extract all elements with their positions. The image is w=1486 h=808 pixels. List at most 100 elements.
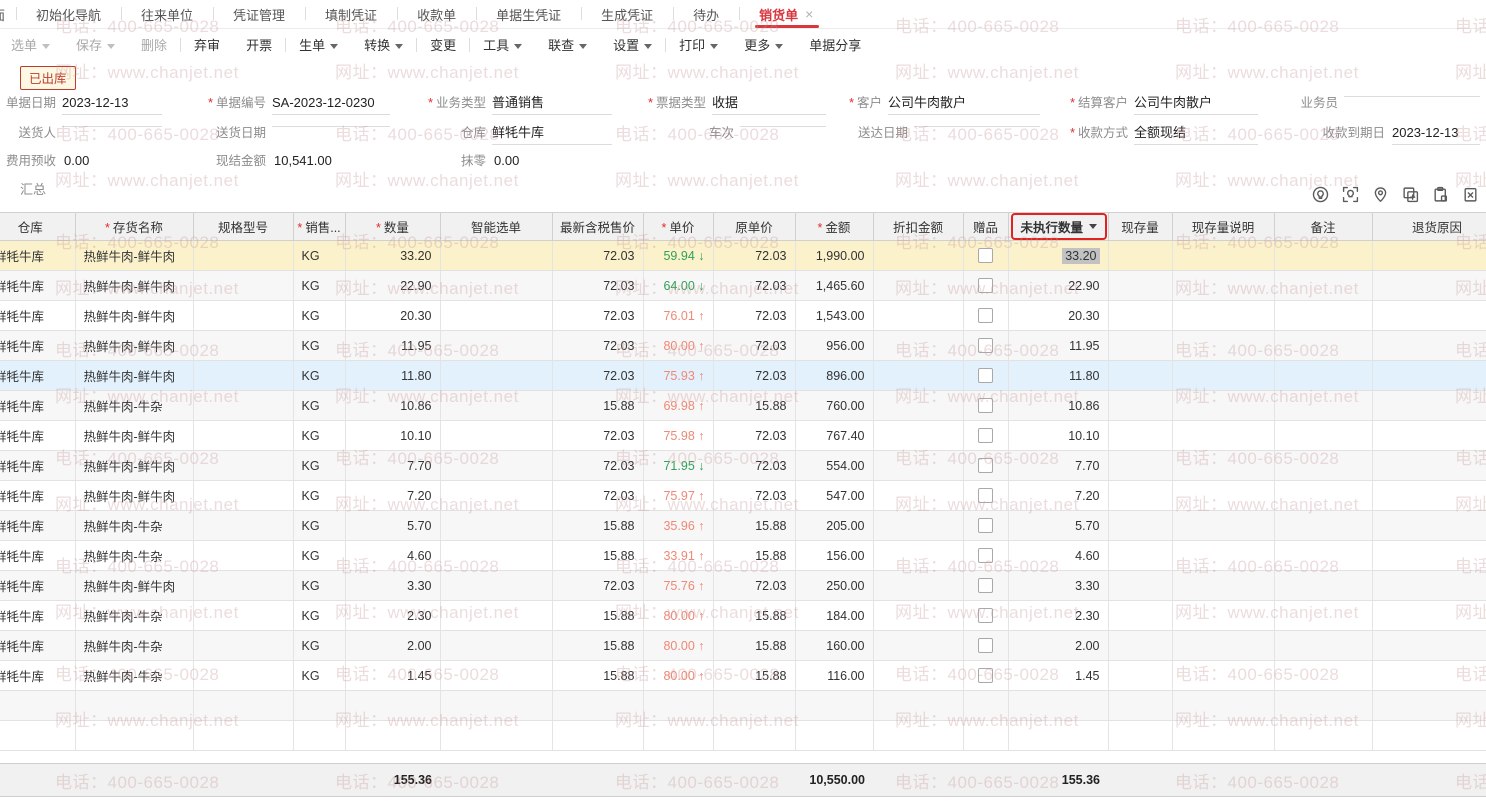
cell-qty[interactable]: 7.70 <box>345 451 440 481</box>
tab-item-1[interactable]: 往来单位 <box>121 0 213 28</box>
cell-stock_note[interactable] <box>1172 421 1274 451</box>
cell-smart[interactable] <box>440 661 552 691</box>
col-unexec-header[interactable]: 未执行数量 <box>1008 213 1108 241</box>
cell-qty[interactable]: 5.70 <box>345 511 440 541</box>
cell-smart[interactable] <box>440 301 552 331</box>
cell-unexec[interactable]: 10.86 <box>1008 391 1108 421</box>
cell-gift[interactable] <box>963 481 1008 511</box>
cell-price[interactable]: 59.94 ↓ <box>643 241 713 271</box>
cell-unexec[interactable]: 5.70 <box>1008 511 1108 541</box>
cell-spec[interactable] <box>193 601 293 631</box>
cell-note[interactable] <box>1274 271 1372 301</box>
cell-return_reason[interactable] <box>1372 451 1486 481</box>
cell-spec[interactable] <box>193 661 293 691</box>
cell-return_reason[interactable] <box>1372 661 1486 691</box>
cell-stock[interactable] <box>1108 661 1172 691</box>
cell-return_reason[interactable] <box>1372 301 1486 331</box>
gift-checkbox[interactable] <box>978 308 993 323</box>
cell-unexec[interactable]: 7.70 <box>1008 451 1108 481</box>
cell-latest[interactable]: 15.88 <box>552 511 643 541</box>
cell-latest[interactable]: 72.03 <box>552 331 643 361</box>
cell-warehouse[interactable]: 鲜牦牛库 <box>0 541 75 571</box>
cell-spec[interactable] <box>193 541 293 571</box>
payment-due-date-field[interactable]: 2023-12-13 <box>1392 124 1480 145</box>
cell-stock_note[interactable] <box>1172 631 1274 661</box>
cell-gift[interactable] <box>963 391 1008 421</box>
cell-unit[interactable]: KG <box>293 301 345 331</box>
cell-return_reason[interactable] <box>1372 541 1486 571</box>
cell-latest[interactable]: 72.03 <box>552 271 643 301</box>
toolbar-弃审-button[interactable]: 弃审 <box>181 35 233 54</box>
cell-discount[interactable] <box>873 361 963 391</box>
location-pin-icon[interactable] <box>1372 186 1389 203</box>
cell-warehouse[interactable]: 鲜牦牛库 <box>0 391 75 421</box>
cell-stock[interactable] <box>1108 271 1172 301</box>
cell-orig[interactable]: 72.03 <box>713 241 795 271</box>
cell-unit[interactable]: KG <box>293 421 345 451</box>
cell-note[interactable] <box>1274 241 1372 271</box>
cell-stock_note[interactable] <box>1172 451 1274 481</box>
toolbar-联查-button[interactable]: 联查 <box>535 35 600 54</box>
cell-empty[interactable] <box>643 691 713 721</box>
col-spec-header[interactable]: 规格型号 <box>193 213 293 241</box>
cell-discount[interactable] <box>873 571 963 601</box>
cell-empty[interactable] <box>1008 691 1108 721</box>
cell-warehouse[interactable]: 鲜牦牛库 <box>0 571 75 601</box>
cell-stock[interactable] <box>1108 241 1172 271</box>
cell-price[interactable]: 75.76 ↑ <box>643 571 713 601</box>
cell-stock_note[interactable] <box>1172 661 1274 691</box>
cell-item[interactable]: 热鲜牛肉-鲜牛肉 <box>75 421 193 451</box>
cell-orig[interactable]: 15.88 <box>713 661 795 691</box>
cell-amount[interactable]: 184.00 <box>795 601 873 631</box>
col-smart-header[interactable]: 智能选单 <box>440 213 552 241</box>
cell-unit[interactable]: KG <box>293 661 345 691</box>
cell-discount[interactable] <box>873 511 963 541</box>
cell-spec[interactable] <box>193 331 293 361</box>
cell-empty[interactable] <box>873 691 963 721</box>
cell-note[interactable] <box>1274 511 1372 541</box>
cell-item[interactable]: 热鲜牛肉-鲜牛肉 <box>75 241 193 271</box>
cell-spec[interactable] <box>193 481 293 511</box>
cell-smart[interactable] <box>440 271 552 301</box>
cell-discount[interactable] <box>873 601 963 631</box>
cell-empty[interactable] <box>0 721 75 751</box>
tab-item-0[interactable]: 初始化导航 <box>16 0 121 28</box>
cell-price[interactable]: 75.98 ↑ <box>643 421 713 451</box>
cell-return_reason[interactable] <box>1372 601 1486 631</box>
col-unit-header[interactable]: *销售... <box>293 213 345 241</box>
cell-warehouse[interactable]: 鲜牦牛库 <box>0 601 75 631</box>
insert-row-icon[interactable] <box>1402 186 1419 203</box>
cell-return_reason[interactable] <box>1372 361 1486 391</box>
cell-return_reason[interactable] <box>1372 421 1486 451</box>
col-gift-header[interactable]: 赠品 <box>963 213 1008 241</box>
cell-spec[interactable] <box>193 451 293 481</box>
cell-discount[interactable] <box>873 391 963 421</box>
cell-qty[interactable]: 2.00 <box>345 631 440 661</box>
tab-sales-order[interactable]: 销货单× <box>739 0 833 28</box>
cell-empty[interactable] <box>440 691 552 721</box>
salesman-field[interactable] <box>1344 94 1480 97</box>
gift-checkbox[interactable] <box>978 518 993 533</box>
toolbar-设置-button[interactable]: 设置 <box>600 35 665 54</box>
cell-unit[interactable]: KG <box>293 511 345 541</box>
col-discount-header[interactable]: 折扣金额 <box>873 213 963 241</box>
cell-price[interactable]: 80.00 ↑ <box>643 601 713 631</box>
cell-gift[interactable] <box>963 301 1008 331</box>
cell-gift[interactable] <box>963 511 1008 541</box>
cell-empty[interactable] <box>643 721 713 751</box>
cell-empty[interactable] <box>345 721 440 751</box>
cell-stock[interactable] <box>1108 481 1172 511</box>
cell-orig[interactable]: 72.03 <box>713 361 795 391</box>
cell-qty[interactable]: 10.86 <box>345 391 440 421</box>
cell-empty[interactable] <box>1274 721 1372 751</box>
cell-latest[interactable]: 72.03 <box>552 421 643 451</box>
tab-close-icon[interactable]: × <box>805 6 813 22</box>
cell-qty[interactable]: 33.20 <box>345 241 440 271</box>
cell-warehouse[interactable]: 鲜牦牛库 <box>0 301 75 331</box>
toolbar-保存-button[interactable]: 保存 <box>63 35 128 54</box>
cell-empty[interactable] <box>713 691 795 721</box>
cell-item[interactable]: 热鲜牛肉-鲜牛肉 <box>75 451 193 481</box>
cell-latest[interactable]: 15.88 <box>552 601 643 631</box>
cell-empty[interactable] <box>1172 691 1274 721</box>
cell-stock_note[interactable] <box>1172 331 1274 361</box>
